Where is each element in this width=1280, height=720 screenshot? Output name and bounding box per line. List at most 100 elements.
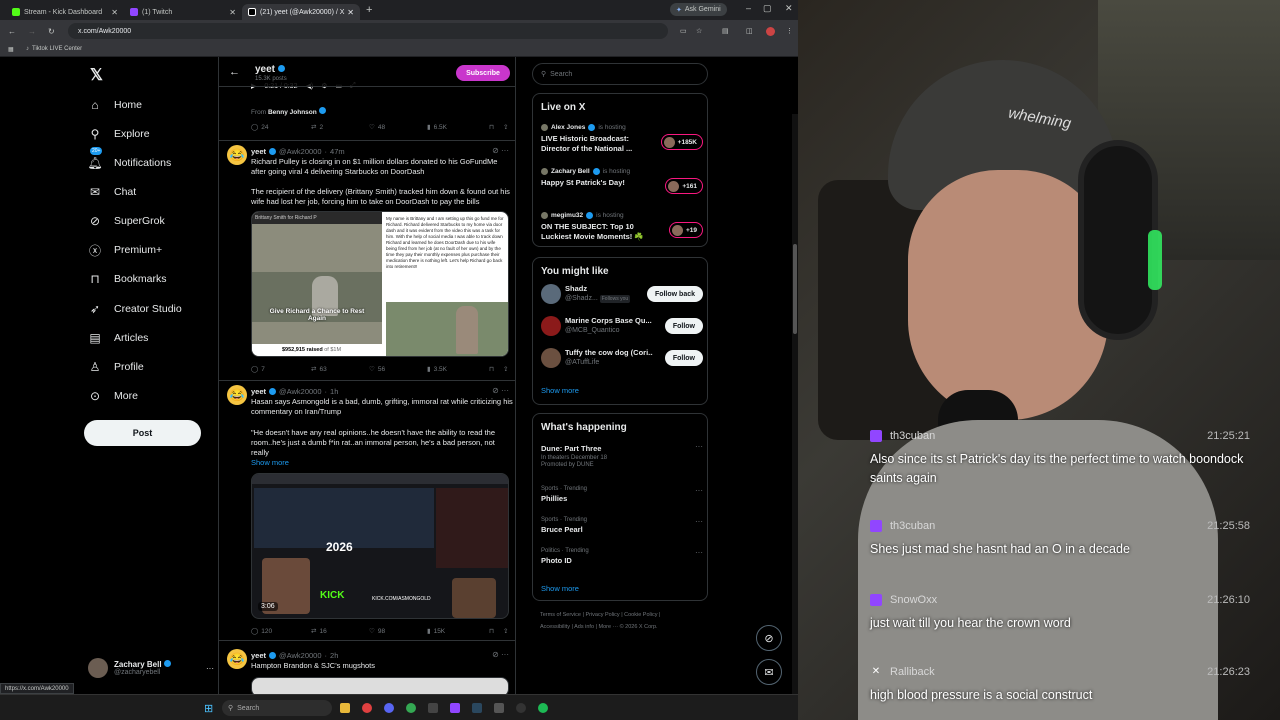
trend-item[interactable]: Politics · Trending Photo ID ···: [541, 548, 703, 565]
more-dots-icon[interactable]: ···: [695, 517, 703, 526]
show-more-link[interactable]: Show more: [251, 458, 513, 468]
avatar[interactable]: 😂: [227, 649, 247, 669]
app-icon[interactable]: [450, 703, 460, 713]
live-item[interactable]: megimu32 is hosting ON THE SUBJECT: Top 10…: [541, 212, 703, 242]
like-button[interactable]: ♡ 48: [369, 123, 427, 132]
follow-suggestion[interactable]: Shadz @Shadz... Follows you Follow back: [541, 282, 703, 306]
spotify-icon[interactable]: [538, 703, 548, 713]
reply-button[interactable]: ◯ 120: [251, 627, 311, 636]
nav-item-notifications[interactable]: 🔔︎ Notifications 20+: [87, 147, 171, 173]
follow-suggestion[interactable]: Tuffy the cow dog (Cori... @ATuffLife Foll…: [541, 346, 703, 370]
share-button[interactable]: ⇪: [503, 123, 508, 131]
show-more-link[interactable]: Show more: [541, 584, 579, 593]
nav-item-premium[interactable]: ⓧ Premium+: [88, 240, 162, 260]
back-icon[interactable]: ←: [8, 27, 20, 36]
follow-suggestion[interactable]: Marine Corps Base Qu... @MCB_Quantico Foll…: [541, 314, 703, 338]
live-item[interactable]: Zachary Bell is hosting Happy St Patrick's…: [541, 168, 703, 194]
reply-button[interactable]: ◯ 24: [251, 123, 311, 132]
live-item[interactable]: Alex Jones is hosting LIVE Historic Broadc…: [541, 124, 703, 154]
footer-links[interactable]: Terms of Service | Privacy Policy | Cook…: [540, 609, 710, 633]
follow-button[interactable]: Follow back: [646, 286, 703, 302]
menu-icon[interactable]: ⋮: [786, 27, 793, 35]
minimize-button[interactable]: –: [746, 3, 751, 13]
discord-icon[interactable]: [384, 703, 394, 713]
close-icon[interactable]: ✕: [229, 8, 236, 17]
close-icon[interactable]: ✕: [347, 8, 354, 17]
more-dots-icon[interactable]: ⊘ ···: [492, 650, 509, 659]
views-button[interactable]: ▮ 6.5K: [427, 123, 489, 132]
star-icon[interactable]: ☆: [696, 27, 702, 35]
more-dots-icon[interactable]: ···: [695, 548, 703, 557]
reload-icon[interactable]: ↻: [48, 27, 60, 36]
retweet-button[interactable]: ⇄ 2: [311, 123, 369, 132]
timestamp[interactable]: 1h: [330, 387, 338, 396]
tweet-media[interactable]: [251, 677, 509, 694]
search-input[interactable]: ⚲ Search: [532, 63, 708, 85]
share-button[interactable]: ⇪: [503, 365, 508, 373]
retweet-button[interactable]: ⇄ 63: [311, 365, 369, 374]
maximize-button[interactable]: ▢: [763, 3, 772, 14]
listener-count[interactable]: +19: [668, 222, 703, 238]
tab-x[interactable]: (21) yeet (@Awk20000) / X ✕: [242, 4, 360, 20]
share-button[interactable]: ⇪: [503, 627, 508, 635]
extensions-icon[interactable]: ▤: [722, 27, 729, 35]
close-icon[interactable]: ✕: [111, 8, 118, 17]
trend-item[interactable]: Sports · Trending Phillies ···: [541, 486, 703, 503]
show-more-link[interactable]: Show more: [541, 386, 579, 395]
retweet-button[interactable]: ⇄ 16: [311, 627, 369, 636]
listener-count[interactable]: +161: [665, 178, 703, 194]
avatar[interactable]: 😂: [227, 145, 247, 165]
bookmark-button[interactable]: ⊓: [489, 123, 503, 131]
follow-button[interactable]: Follow: [664, 350, 703, 366]
nav-item-supergrok[interactable]: ⊘ SuperGrok: [88, 211, 165, 231]
subscribe-button[interactable]: Subscribe: [456, 65, 510, 81]
tweet[interactable]: 😂 yeet @Awk20000 · 1h ⊘ ··· Hasan says Asmo…: [219, 381, 515, 641]
tweet-media[interactable]: Brittany Smith for Richard P Give Richar…: [251, 211, 509, 357]
follow-button[interactable]: Follow: [664, 318, 703, 334]
timestamp[interactable]: 2h: [330, 651, 338, 660]
window-close-button[interactable]: ✕: [785, 3, 793, 14]
post-button[interactable]: Post: [84, 420, 201, 446]
browser-icon[interactable]: [406, 703, 416, 713]
nav-item-articles[interactable]: ▤ Articles: [88, 328, 148, 348]
source-name[interactable]: Benny Johnson: [268, 109, 317, 116]
scrollbar-thumb[interactable]: [793, 244, 797, 334]
nav-item-explore[interactable]: ⚲ Explore: [88, 124, 150, 144]
more-dots-icon[interactable]: ···: [206, 664, 214, 673]
bookmark-tiktok[interactable]: Tiktok LIVE Center: [32, 46, 82, 52]
sidepanel-icon[interactable]: ◫: [746, 27, 753, 35]
app-icon[interactable]: [428, 703, 438, 713]
trend-item[interactable]: Sports · Trending Bruce Pearl ···: [541, 517, 703, 534]
profile-avatar[interactable]: [766, 26, 775, 36]
x-logo-icon[interactable]: 𝕏: [90, 65, 103, 85]
tweet[interactable]: 😂 yeet @Awk20000 · 2h ⊘ ··· Hampton Brandon…: [219, 641, 515, 694]
trend-item[interactable]: Dune: Part Three In theaters December 18 P…: [541, 442, 703, 468]
like-button[interactable]: ♡ 98: [369, 627, 427, 636]
apps-icon[interactable]: ▦: [8, 46, 14, 53]
more-dots-icon[interactable]: ⊘ ···: [492, 386, 509, 395]
windows-start-icon[interactable]: ⊞: [204, 702, 213, 715]
more-dots-icon[interactable]: ⊘ ···: [492, 146, 509, 155]
views-button[interactable]: ▮ 3.5K: [427, 365, 489, 374]
folder-icon[interactable]: [340, 703, 350, 713]
author-name[interactable]: yeet: [251, 147, 266, 156]
avatar[interactable]: 😂: [227, 385, 247, 405]
steam-icon[interactable]: [472, 703, 482, 713]
author-name[interactable]: yeet: [251, 651, 266, 660]
listener-count[interactable]: +185K: [660, 134, 703, 150]
views-button[interactable]: ▮ 15K: [427, 627, 489, 636]
tab-kick[interactable]: Stream - Kick Dashboard ✕: [6, 4, 124, 20]
nav-item-creator-studio[interactable]: ➶ Creator Studio: [88, 299, 182, 319]
reply-button[interactable]: ◯ 7: [251, 365, 311, 374]
taskbar-search[interactable]: ⚲ Search: [222, 700, 332, 716]
messages-icon[interactable]: ✉: [756, 659, 782, 685]
nav-item-home[interactable]: ⌂ Home: [88, 95, 142, 115]
url-field[interactable]: x.com/Awk20000: [68, 23, 668, 39]
tweet-video[interactable]: 2026 KICK KICK.COM/ASMONGOLD 3:06: [251, 473, 509, 619]
chrome-icon[interactable]: [362, 703, 372, 713]
author-name[interactable]: yeet: [251, 387, 266, 396]
back-arrow-icon[interactable]: ←: [229, 66, 240, 78]
tweet[interactable]: 😂 yeet @Awk20000 · 47m ⊘ ··· Richard Pulley…: [219, 141, 515, 381]
nav-item-more[interactable]: ⊙ More: [88, 386, 138, 406]
account-switcher[interactable]: Zachary Bell @zacharyebell ···: [88, 653, 214, 683]
